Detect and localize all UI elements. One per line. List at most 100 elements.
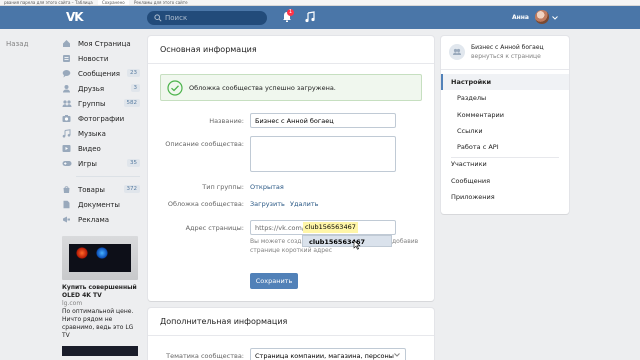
sidebar-item-video[interactable]: Видео <box>60 141 140 156</box>
count-badge: 372 <box>123 185 140 193</box>
notifications-button[interactable]: 1 <box>282 9 294 25</box>
vk-logo[interactable]: VK <box>66 10 86 24</box>
ad-title[interactable]: Купить совершенный OLED 4K TV <box>62 284 138 300</box>
theme-select-value: Страница компании, магазина, персоны <box>255 352 394 360</box>
theme-label: Тематика сообщества: <box>166 352 244 360</box>
save-button[interactable]: Сохранить <box>250 273 298 289</box>
sidebar-item-label: Музыка <box>78 129 106 138</box>
name-label: Название: <box>209 117 244 125</box>
address-input-value[interactable]: club156563467 <box>303 222 358 233</box>
section-title: Дополнительная информация <box>148 308 434 336</box>
back-link[interactable]: Назад <box>6 40 28 48</box>
menu-item-comments[interactable]: Комментарии <box>441 107 569 123</box>
search-icon <box>154 14 162 22</box>
ad-image-second[interactable] <box>62 346 138 356</box>
name-field[interactable]: Бизнес с Анной богаец <box>250 113 396 128</box>
cover-label: Обложка сообщества: <box>167 200 244 208</box>
sidebar-item-label: Друзья <box>78 84 105 93</box>
chevron-down-icon[interactable] <box>552 16 558 20</box>
home-icon <box>62 39 74 49</box>
community-avatar <box>449 44 465 60</box>
games-icon <box>62 159 74 169</box>
count-badge: 582 <box>123 99 140 107</box>
community-settings-menu: Бизнес с Анной богаец вернуться к страни… <box>441 36 569 214</box>
theme-select[interactable]: Страница компании, магазина, персоны <box>250 348 406 360</box>
menu-item-messages[interactable]: Сообщения <box>441 173 569 189</box>
section-title: Основная информация <box>148 36 434 64</box>
sidebar-item-music[interactable]: Музыка <box>60 126 140 141</box>
sidebar-item-label: Товары <box>78 185 105 194</box>
chevron-down-icon <box>394 353 400 357</box>
sidebar-item-games[interactable]: Игры 35 <box>60 156 140 171</box>
sidebar-item-messages[interactable]: Сообщения 23 <box>60 66 140 81</box>
left-sidebar: Моя Страница Новости Сообщения 23 Друзья… <box>60 36 140 227</box>
sidebar-item-photos[interactable]: Фотографии <box>60 111 140 126</box>
count-badge: 3 <box>130 84 140 92</box>
camera-icon <box>62 114 74 124</box>
news-icon <box>62 54 74 64</box>
sidebar-item-label: Новости <box>78 54 109 63</box>
browser-tab[interactable]: Рекламы для этого сайте <box>130 0 192 5</box>
search-input[interactable] <box>165 12 261 24</box>
documents-icon <box>62 200 74 210</box>
menu-item-api[interactable]: Работа с API <box>441 139 569 155</box>
notifications-badge: 1 <box>287 9 294 16</box>
sidebar-item-ads[interactable]: Реклама <box>60 212 140 227</box>
ad-image[interactable] <box>62 236 138 280</box>
group-type-label: Тип группы: <box>202 183 244 191</box>
address-label: Адрес страницы: <box>185 224 244 232</box>
cover-upload-link[interactable]: Загрузить <box>250 200 285 208</box>
additional-info-card: Дополнительная информация Тематика сообщ… <box>148 308 434 360</box>
menu-item-links[interactable]: Ссылки <box>441 123 569 139</box>
address-prefix: https://vk.com/ <box>255 224 305 232</box>
browser-tab[interactable]: рвания парела для этого сайта – Таблица <box>0 0 97 5</box>
messages-icon <box>62 69 74 79</box>
ad-description: По оптимальной цене. Ничто рядом не срав… <box>62 308 134 339</box>
sidebar-item-documents[interactable]: Документы <box>60 197 140 212</box>
sidebar-divider <box>76 176 140 177</box>
back-to-page-link[interactable]: вернуться к странице <box>471 53 541 60</box>
sidebar-item-my-page[interactable]: Моя Страница <box>60 36 140 51</box>
description-field[interactable] <box>250 136 396 172</box>
sidebar-item-friends[interactable]: Друзья 3 <box>60 81 140 96</box>
address-field[interactable]: https://vk.com/ club156563467 <box>250 220 396 235</box>
main-info-card: Основная информация Обложка сообщества у… <box>148 36 434 301</box>
count-badge: 35 <box>127 159 140 167</box>
mouse-cursor-icon <box>353 240 361 250</box>
community-name[interactable]: Бизнес с Анной богаец <box>471 44 544 51</box>
community-header[interactable]: Бизнес с Анной богаец вернуться к страни… <box>441 36 569 70</box>
sidebar-item-label: Игры <box>78 159 97 168</box>
menu-item-sections[interactable]: Разделы <box>441 90 569 106</box>
music-note-icon <box>305 11 315 23</box>
sidebar-item-label: Видео <box>78 144 101 153</box>
success-message: Обложка сообщества успешно загружена. <box>189 84 336 92</box>
sidebar-item-goods[interactable]: Товары 372 <box>60 182 140 197</box>
browser-tab[interactable]: Сохранено <box>97 0 129 5</box>
groups-icon <box>62 99 74 109</box>
ad-domain[interactable]: lg.com <box>62 300 138 308</box>
count-badge: 23 <box>127 69 140 77</box>
music-button[interactable] <box>305 11 315 25</box>
search-box[interactable] <box>147 11 267 25</box>
checkmark-icon <box>167 80 183 96</box>
group-type-value[interactable]: Открытая <box>250 183 284 191</box>
avatar[interactable] <box>535 10 549 24</box>
cover-delete-link[interactable]: Удалить <box>290 200 318 208</box>
goods-icon <box>62 185 74 195</box>
success-alert: Обложка сообщества успешно загружена. <box>160 74 422 101</box>
sidebar-item-label: Фотографии <box>78 114 125 123</box>
sidebar-item-label: Документы <box>78 200 120 209</box>
friends-icon <box>62 84 74 94</box>
autocomplete-suggestion[interactable]: club156563467 <box>302 235 392 247</box>
menu-item-apps[interactable]: Приложения <box>441 189 569 205</box>
sidebar-item-news[interactable]: Новости <box>60 51 140 66</box>
sidebar-item-label: Моя Страница <box>78 39 131 48</box>
menu-item-members[interactable]: Участники <box>441 156 569 172</box>
sidebar-item-groups[interactable]: Группы 582 <box>60 96 140 111</box>
ad-block[interactable]: Купить совершенный OLED 4K TV lg.com По … <box>62 236 138 356</box>
ads-icon <box>62 215 74 225</box>
sidebar-item-label: Сообщения <box>78 69 121 78</box>
username[interactable]: Анна <box>512 14 529 21</box>
users-icon <box>453 48 461 55</box>
menu-item-settings[interactable]: Настройки <box>441 74 569 90</box>
